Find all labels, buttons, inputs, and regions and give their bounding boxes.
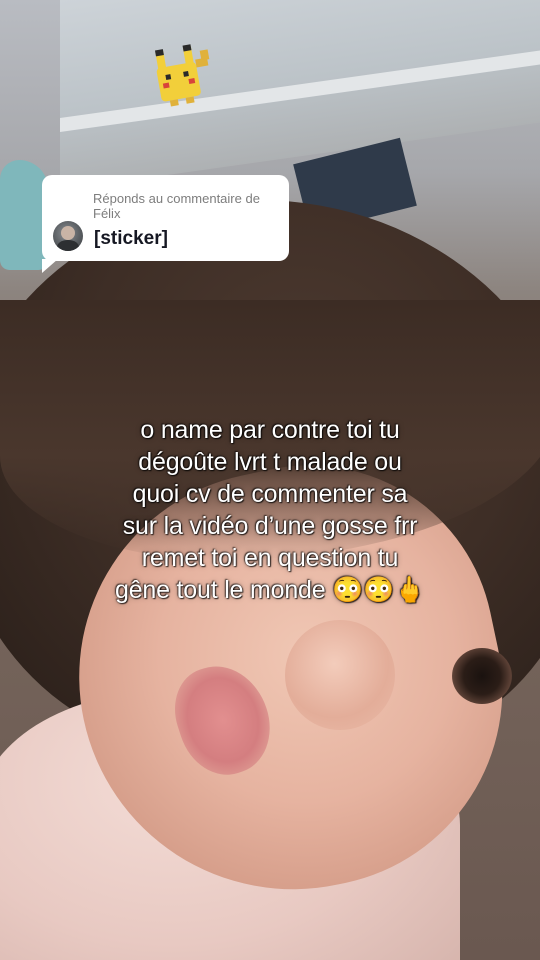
caption-line: gêne tout le monde 😳😳🖕: [115, 576, 425, 604]
caption-line: sur la vidéo d’une gosse frr: [122, 512, 418, 540]
background-plush: [0, 160, 48, 270]
background-nose: [285, 620, 395, 730]
profile-avatar-icon[interactable]: [53, 221, 83, 251]
caption-line: remet toi en question tu: [141, 544, 399, 572]
reply-comment-text: [sticker]: [94, 228, 168, 249]
caption-line: o name par contre toi tu: [140, 416, 400, 444]
reply-comment-bubble[interactable]: Réponds au commentaire de Félix [sticker…: [42, 175, 289, 273]
caption-line: quoi cv de commenter sa: [132, 480, 408, 508]
caption-line: dégoûte lvrt t malade ou: [138, 448, 402, 476]
caption-text-overlay: o name par contre toi tu dégoûte lvrt t …: [30, 414, 510, 606]
reply-header-text: Réponds au commentaire de Félix: [93, 191, 260, 221]
video-frame[interactable]: Réponds au commentaire de Félix [sticker…: [0, 0, 540, 960]
background-eye: [452, 648, 512, 704]
pikachu-icon: [154, 44, 210, 107]
